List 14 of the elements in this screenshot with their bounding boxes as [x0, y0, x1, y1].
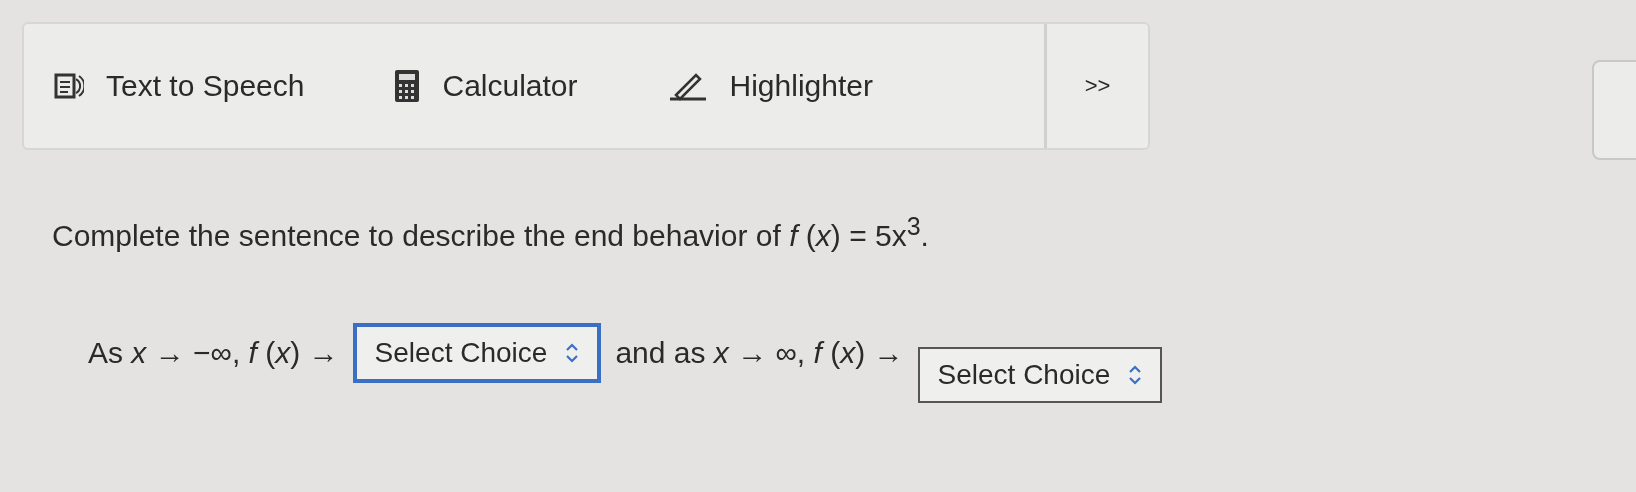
tool-button[interactable]: Calculator [364, 69, 578, 103]
updown-icon [1128, 364, 1143, 386]
updown-icon [565, 342, 580, 364]
tool-button[interactable]: Text to Speech [24, 69, 305, 103]
sentence-text: As x → −∞, f (x) → [88, 336, 339, 370]
calculator-icon [394, 69, 421, 103]
speaker-icon [54, 71, 84, 101]
tool-button[interactable]: Highlighter [637, 69, 873, 103]
choice-dropdown[interactable]: Select Choice [917, 347, 1163, 403]
question-text: Complete the sentence to describe the end behavior of f (x) = 5x$^{3}$. [52, 212, 930, 253]
sentence-text: and as x → ∞, f (x) → [615, 336, 904, 370]
pen-icon [667, 71, 708, 101]
more-button[interactable]: >> [1044, 24, 1148, 148]
choice-dropdown[interactable]: Select Choice [352, 323, 602, 383]
